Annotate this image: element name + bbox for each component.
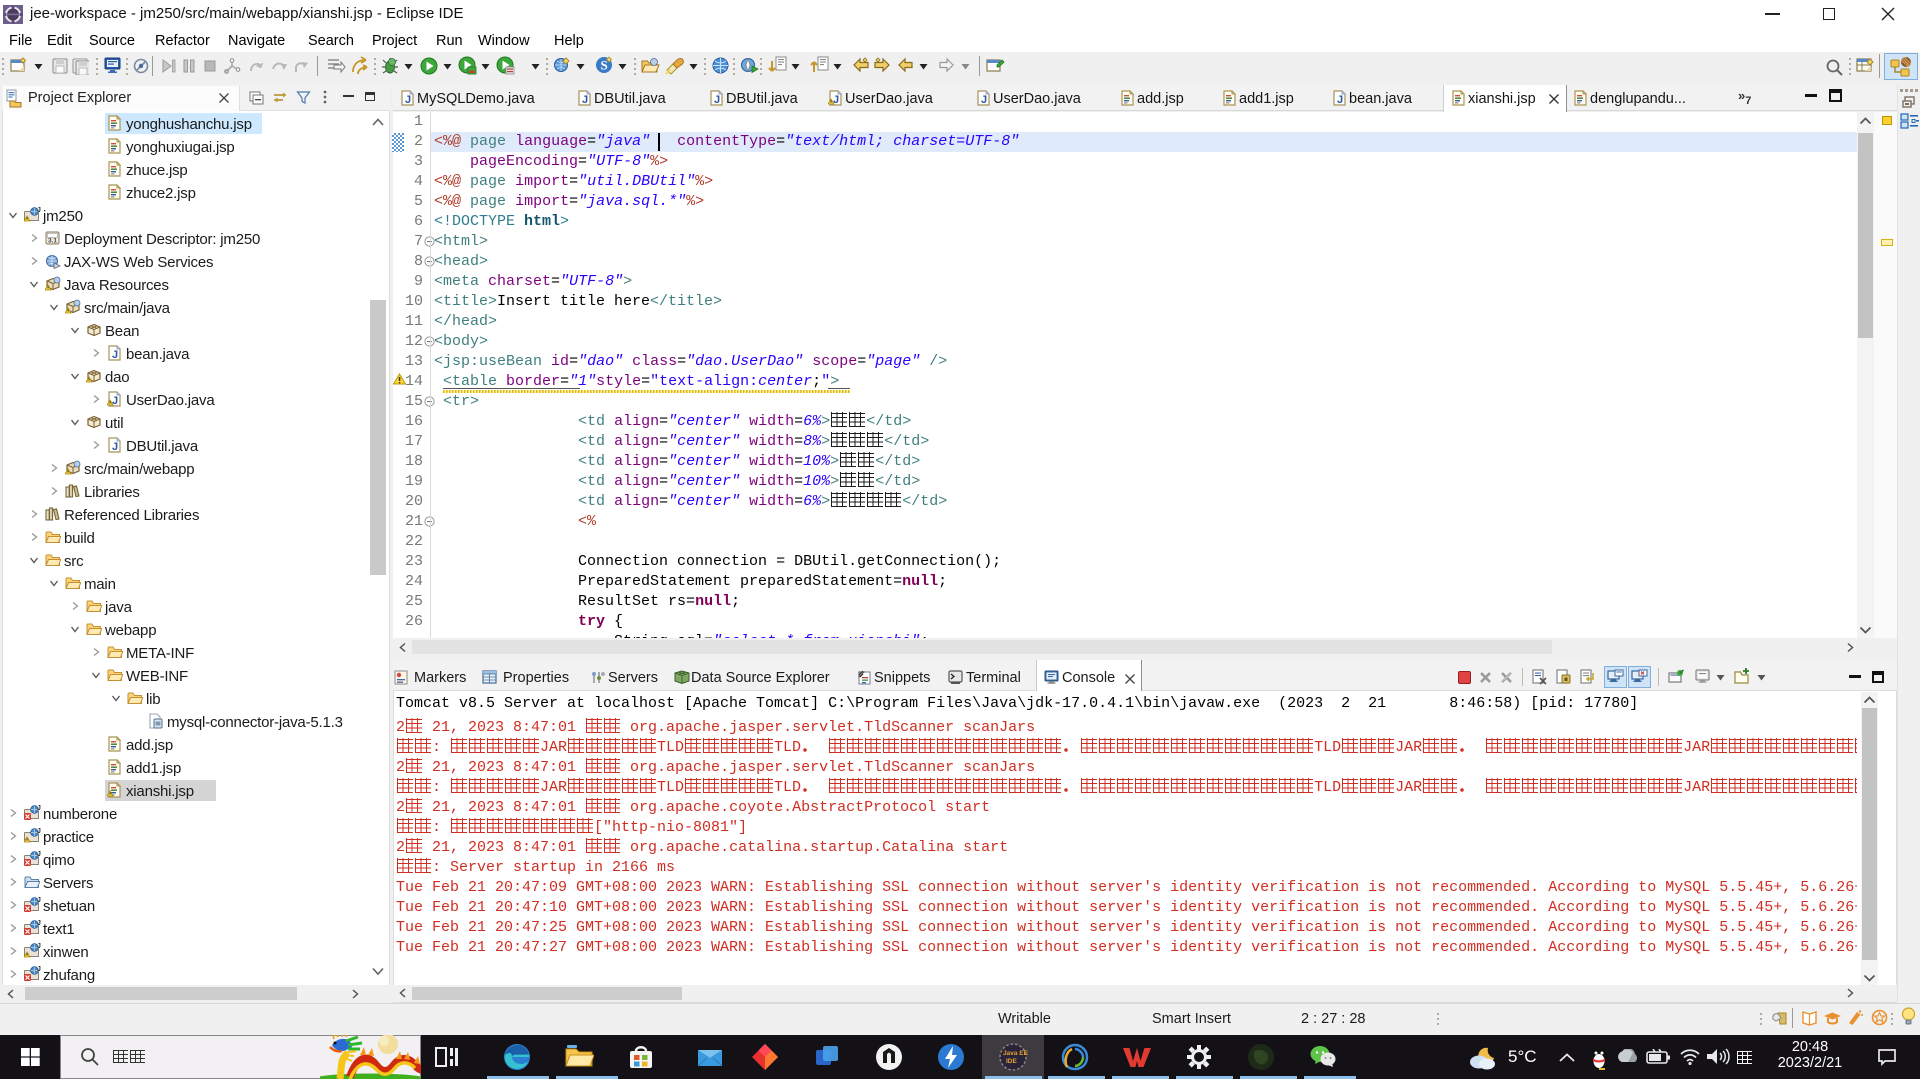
svg-text:J: J (112, 441, 118, 453)
svg-text:J: J (37, 966, 41, 973)
svg-text:J: J (37, 943, 41, 950)
svg-text:J: J (405, 94, 411, 106)
svg-text:J: J (37, 828, 41, 835)
svg-text:J: J (1337, 94, 1343, 106)
svg-text:3.1: 3.1 (48, 238, 57, 245)
svg-text:J: J (714, 94, 720, 106)
svg-text:J: J (37, 805, 41, 812)
svg-text:J: J (37, 920, 41, 927)
svg-text:J: J (981, 94, 987, 106)
svg-text:Java EE: Java EE (1003, 1050, 1028, 1057)
svg-text:J: J (37, 207, 41, 214)
svg-text:J: J (37, 851, 41, 858)
svg-text:J: J (37, 897, 41, 904)
svg-text:J: J (582, 94, 588, 106)
svg-text:IDE: IDE (1006, 1058, 1018, 1065)
svg-text:J: J (112, 349, 118, 361)
